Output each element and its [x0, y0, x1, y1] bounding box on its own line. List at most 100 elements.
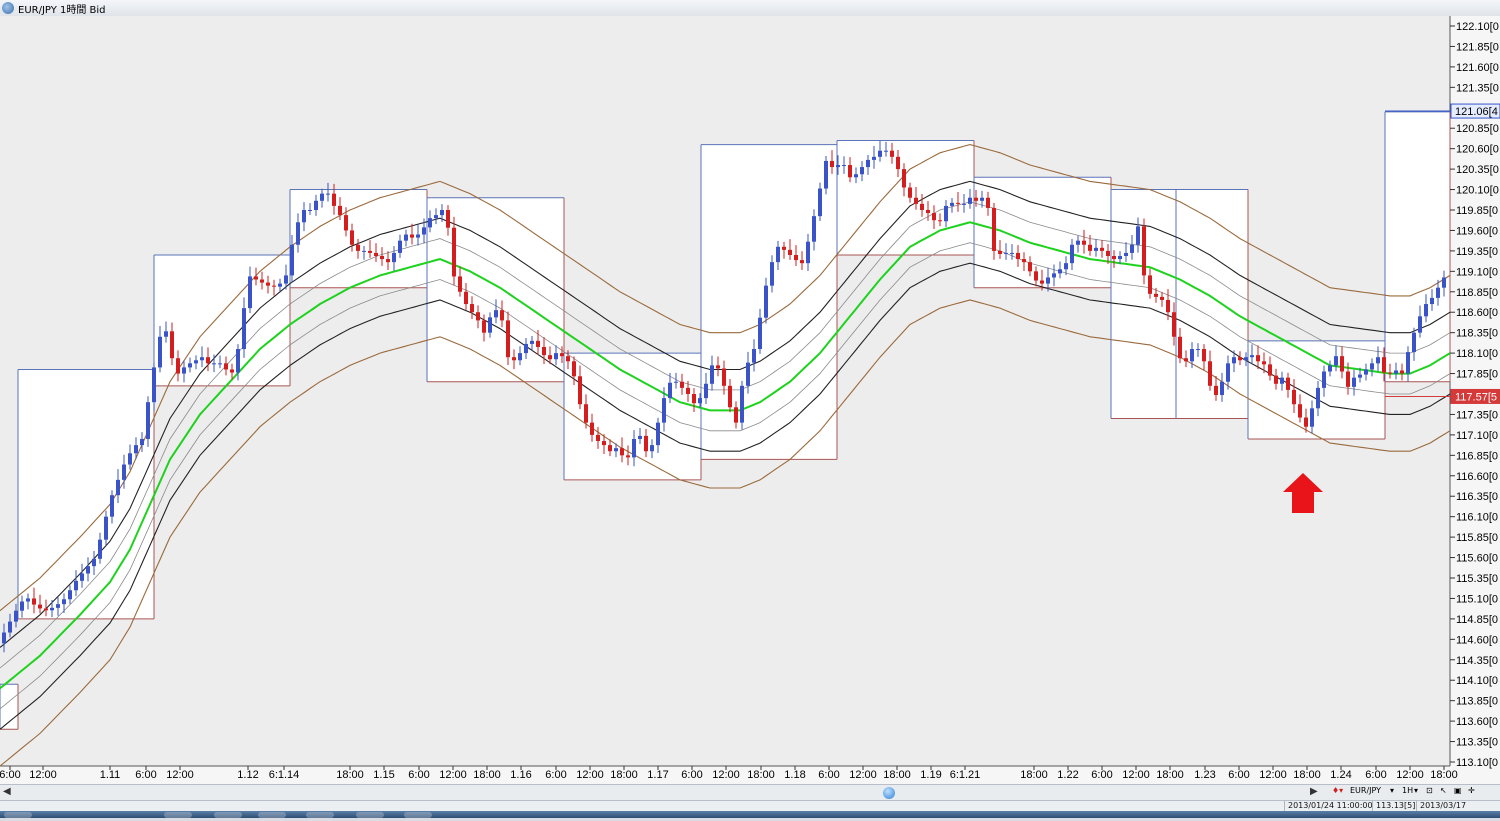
- status-clock: 2013/03/17 19:48:40: [1416, 801, 1500, 820]
- bear-candle: [410, 234, 414, 238]
- bull-candle: [806, 241, 810, 264]
- bear-candle: [542, 346, 546, 356]
- bear-candle: [1274, 375, 1278, 384]
- bull-candle: [284, 275, 288, 284]
- bull-candle: [236, 349, 240, 373]
- bull-candle: [2, 632, 6, 644]
- bull-candle: [62, 599, 66, 605]
- range-box: [701, 144, 837, 460]
- time-label: 6:00: [818, 769, 839, 781]
- bull-candle: [662, 398, 666, 423]
- tick-marker-icon[interactable]: ♦▾: [1332, 786, 1343, 795]
- bear-candle: [1388, 372, 1392, 374]
- bear-candle: [566, 356, 570, 362]
- bull-candle: [1052, 273, 1056, 278]
- bear-candle: [1262, 361, 1266, 365]
- price-chart[interactable]: 122.10[0 121.85[0 121.60[0 121.35[0 120.85[0…: [0, 16, 1500, 784]
- bear-candle: [1178, 336, 1182, 359]
- bear-candle: [1034, 271, 1038, 281]
- bull-candle: [110, 495, 114, 517]
- timeframe-selector[interactable]: 1H: [1402, 786, 1413, 795]
- bear-candle: [344, 215, 348, 231]
- scroll-right-icon[interactable]: ▶: [1310, 786, 1318, 797]
- bear-candle: [608, 445, 612, 452]
- bull-candle: [116, 479, 120, 496]
- bear-candle: [602, 441, 606, 446]
- bear-candle: [464, 291, 468, 305]
- bear-candle: [782, 246, 786, 250]
- bull-candle: [872, 156, 876, 160]
- bear-candle: [1268, 364, 1272, 376]
- taskbar-item[interactable]: [306, 812, 334, 818]
- bear-candle: [1148, 275, 1152, 294]
- bear-candle: [458, 276, 462, 292]
- price-label: 113.85[0: [1456, 696, 1498, 708]
- bear-candle: [830, 160, 834, 168]
- crosshair-icon[interactable]: ✛: [1468, 786, 1475, 795]
- scroll-thumb[interactable]: [883, 787, 895, 799]
- bear-candle: [890, 150, 894, 157]
- bull-candle: [752, 349, 756, 363]
- start-button[interactable]: [4, 812, 32, 818]
- bull-candle: [392, 252, 396, 263]
- bull-candle: [104, 516, 108, 540]
- symbol-dropdown-icon[interactable]: ▾: [1390, 786, 1394, 795]
- taskbar-item[interactable]: [164, 812, 192, 818]
- price-label: 116.35[0: [1456, 491, 1498, 503]
- bull-candle: [1436, 287, 1440, 298]
- bull-candle: [1094, 247, 1098, 251]
- price-label: 117.35[0: [1456, 409, 1498, 421]
- bear-candle: [230, 369, 234, 373]
- bear-candle: [206, 357, 210, 364]
- time-label: 12:00: [439, 769, 467, 781]
- bull-candle: [488, 317, 492, 333]
- range-box: [837, 140, 974, 255]
- bull-candle: [140, 438, 144, 446]
- bull-candle: [68, 590, 72, 600]
- bull-candle: [1070, 244, 1074, 264]
- taskbar-item[interactable]: [258, 812, 286, 818]
- bull-candle: [776, 246, 780, 263]
- bear-candle: [1172, 312, 1176, 337]
- cursor-icon[interactable]: ↖: [1440, 786, 1447, 795]
- taskbar-item[interactable]: [214, 812, 242, 818]
- window-titlebar: EUR/JPY 1時間 Bid: [0, 0, 1500, 17]
- bull-candle: [158, 336, 162, 368]
- price-label: 120.10[0: [1456, 185, 1499, 197]
- bear-candle: [680, 381, 684, 388]
- bull-candle: [296, 222, 300, 245]
- bull-candle: [962, 203, 966, 205]
- window-title: EUR/JPY 1時間 Bid: [18, 5, 106, 16]
- zoom-icon[interactable]: ⊡: [1426, 786, 1433, 795]
- time-label: 1.19: [920, 769, 941, 781]
- scroll-left-icon[interactable]: ◀: [3, 786, 11, 797]
- timeframe-dropdown-icon[interactable]: ▾: [1414, 786, 1418, 795]
- time-label: 6:1.21: [950, 769, 981, 781]
- bull-candle: [1364, 369, 1368, 375]
- bull-candle: [632, 438, 636, 458]
- taskbar-item[interactable]: [356, 812, 384, 818]
- time-label: 18:00: [473, 769, 501, 781]
- bull-candle: [416, 234, 420, 238]
- time-label: 12:00: [1122, 769, 1150, 781]
- status-candle-time: 2013/01/24 11:00:00: [1284, 801, 1373, 811]
- bull-candle: [218, 363, 222, 365]
- bear-candle: [914, 197, 918, 204]
- time-label: 1.22: [1057, 769, 1078, 781]
- bull-candle: [134, 445, 138, 454]
- bear-candle: [620, 448, 624, 456]
- bull-candle: [770, 262, 774, 286]
- symbol-selector[interactable]: EUR/JPY: [1350, 786, 1381, 795]
- bear-candle: [1202, 349, 1206, 362]
- taskbar-item[interactable]: [404, 812, 432, 818]
- bear-candle: [920, 203, 924, 210]
- horizontal-scrollbar[interactable]: ◀ ▶: [0, 784, 1500, 801]
- save-icon[interactable]: ▣: [1454, 786, 1462, 795]
- bear-candle: [1298, 404, 1302, 418]
- bull-candle: [638, 435, 642, 439]
- bull-candle: [188, 363, 192, 368]
- bear-candle: [1286, 377, 1290, 390]
- price-label: 118.10[0: [1456, 348, 1498, 360]
- price-label: 114.60[0: [1456, 634, 1498, 646]
- price-label: 120.60[0: [1456, 144, 1499, 156]
